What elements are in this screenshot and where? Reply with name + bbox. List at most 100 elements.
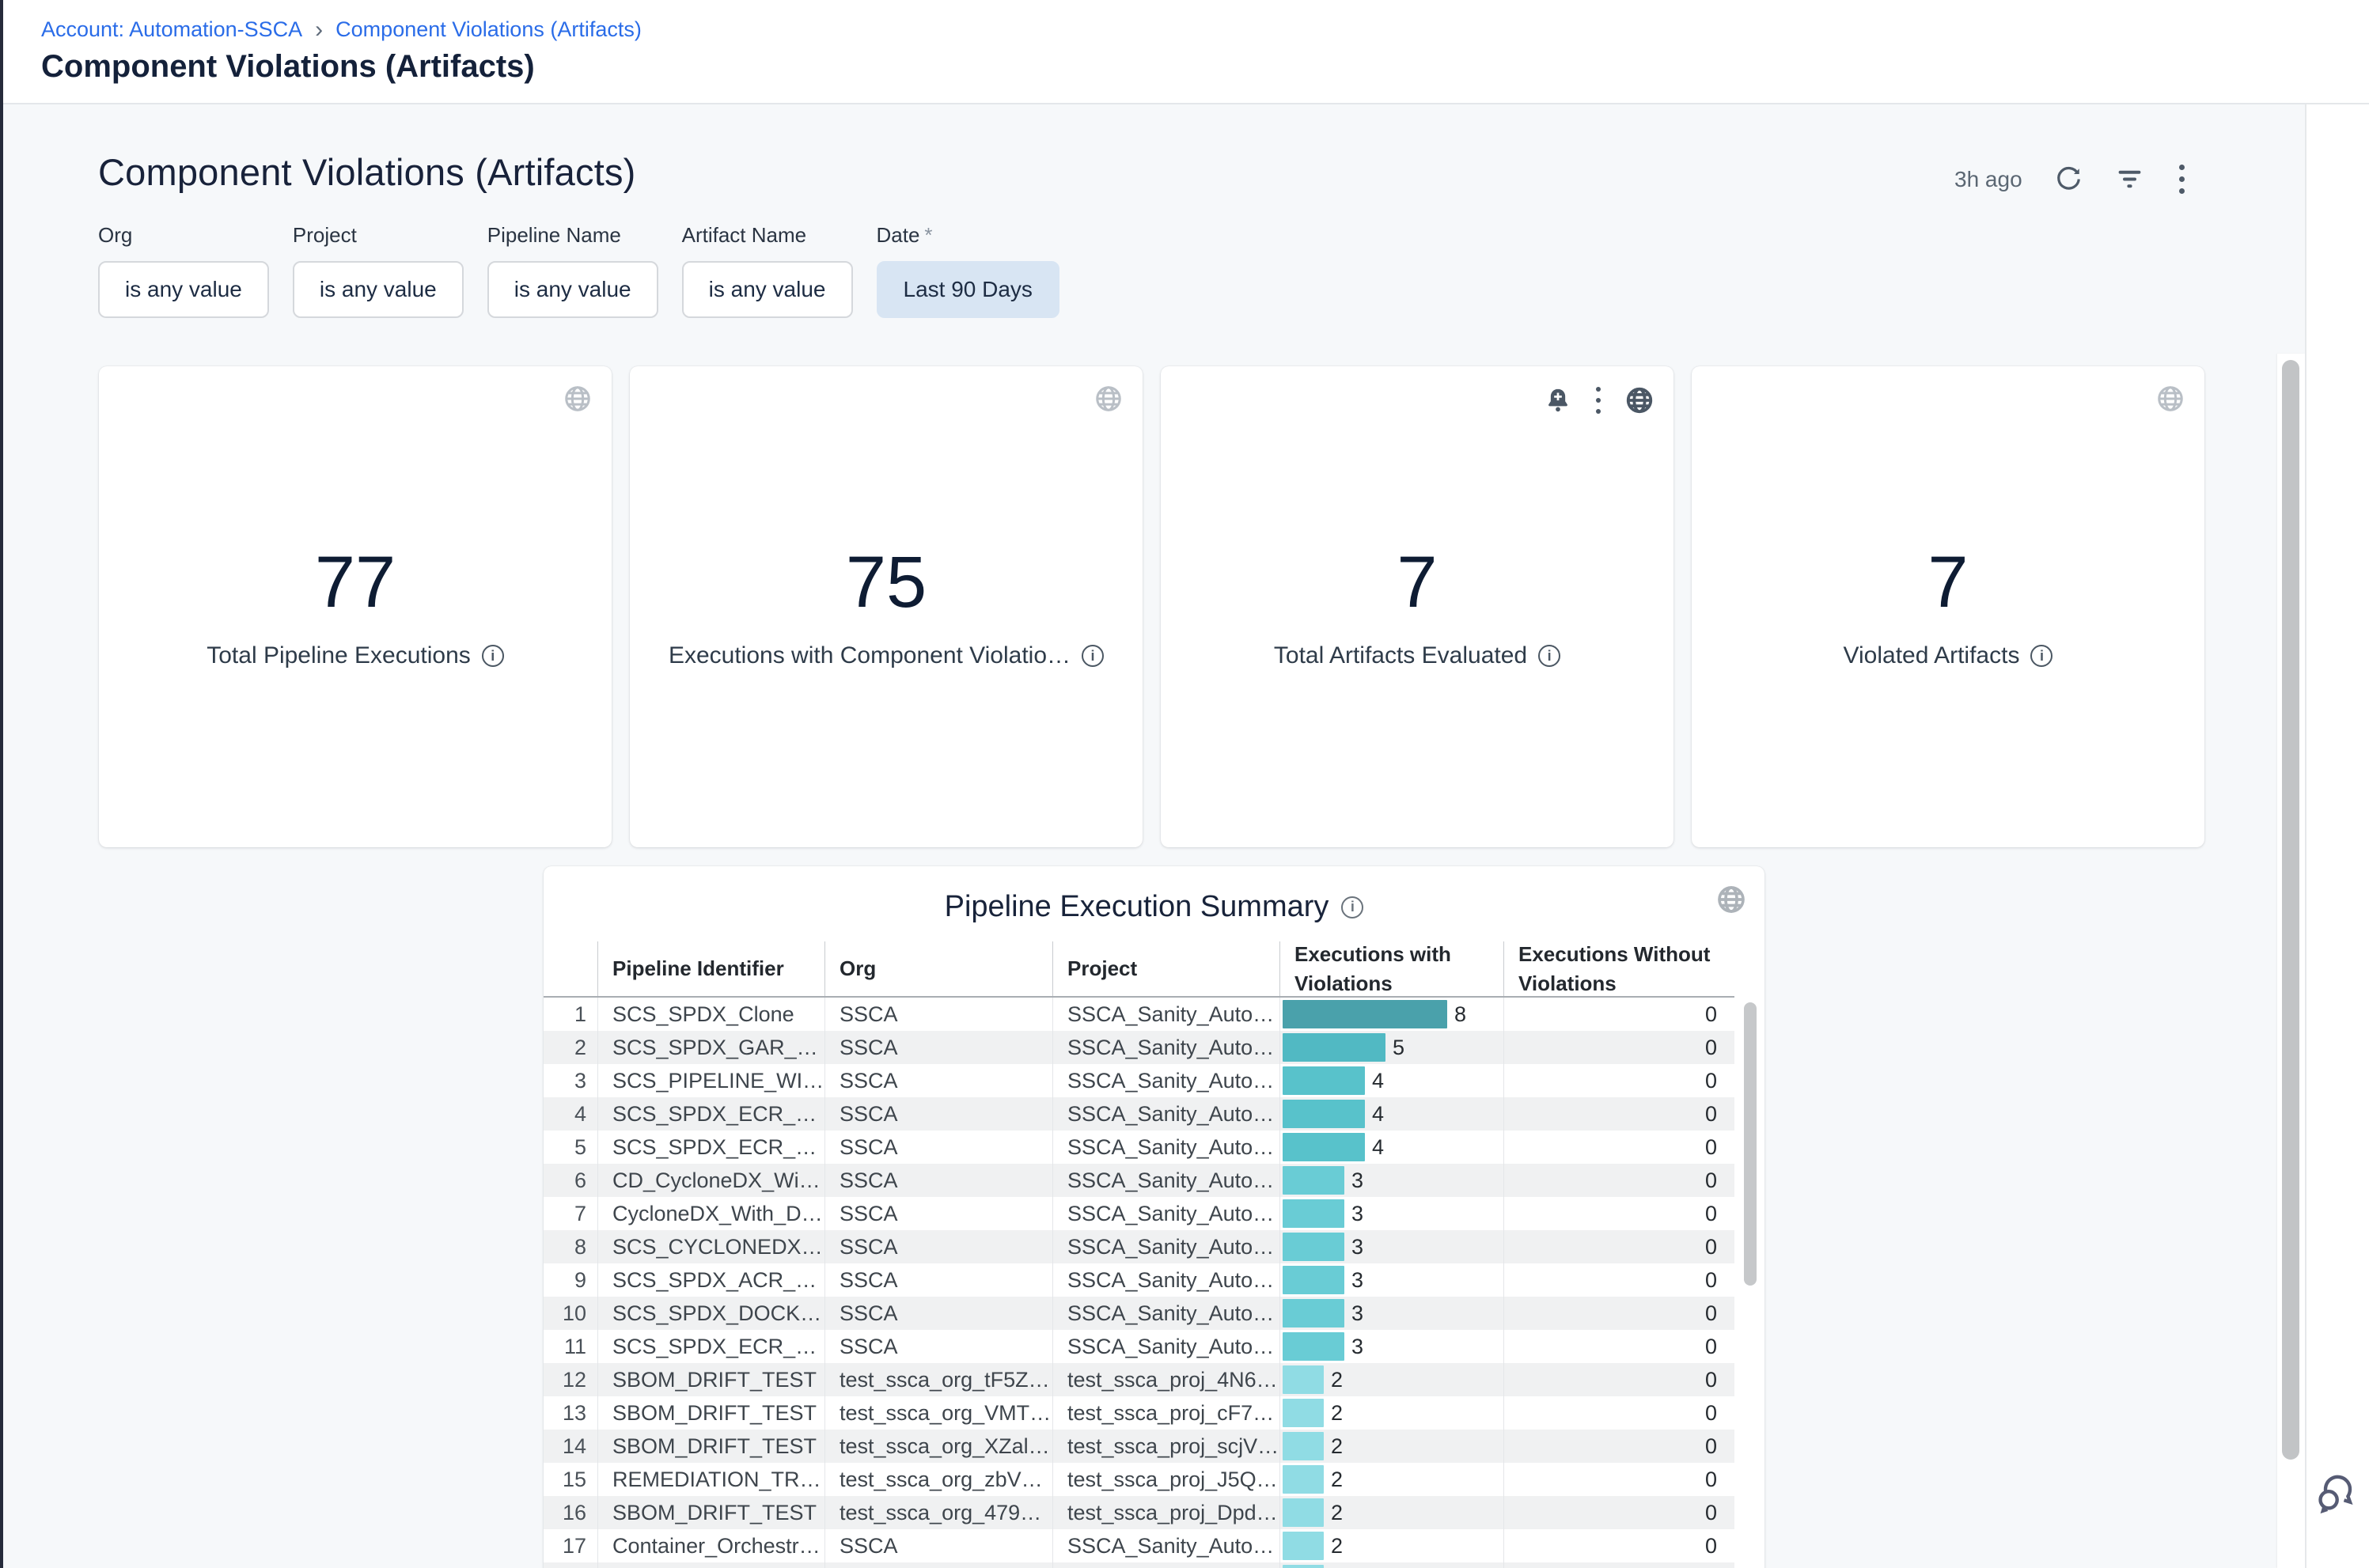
violations-bar[interactable] xyxy=(1283,1532,1324,1560)
row-index: 15 xyxy=(544,1463,597,1496)
table-row[interactable]: 8SCS_CYCLONEDX_GA…SSCASSCA_Sanity_Automa… xyxy=(544,1230,1734,1263)
violations-bar[interactable] xyxy=(1283,1100,1365,1128)
executions-with-violations-cell xyxy=(1279,1562,1503,1568)
tile-kebab-menu-icon[interactable] xyxy=(1593,384,1604,417)
violations-bar-value: 2 xyxy=(1331,1496,1343,1529)
refresh-icon[interactable] xyxy=(2054,165,2083,194)
violations-bar-value: 3 xyxy=(1351,1297,1363,1330)
breadcrumb-current-link[interactable]: Component Violations (Artifacts) xyxy=(335,17,642,42)
executions-with-violations-cell: 3 xyxy=(1279,1330,1503,1363)
globe-icon[interactable] xyxy=(1624,385,1655,415)
project-cell: SSCA_Sanity_Automa… xyxy=(1052,1529,1279,1562)
executions-with-violations-cell: 8 xyxy=(1279,998,1503,1031)
filter-pipeline-name-value-button[interactable]: is any value xyxy=(487,261,658,318)
table-row[interactable]: 3SCS_PIPELINE_WITH…SSCASSCA_Sanity_Autom… xyxy=(544,1064,1734,1097)
tile-total-artifacts-evaluated: 7 Total Artifacts Evaluated i xyxy=(1161,366,1673,847)
violations-bar[interactable] xyxy=(1283,1199,1344,1228)
violations-bar-value: 2 xyxy=(1331,1363,1343,1396)
project-cell: SSCA_Sanity_Automa… xyxy=(1052,1230,1279,1263)
executions-without-violations-cell: 0 xyxy=(1503,1297,1734,1330)
filter-org: Org is any value xyxy=(98,223,269,318)
pipeline-identifier-cell: SCS_SPDX_ACR_ALL… xyxy=(597,1263,824,1297)
violations-bar[interactable] xyxy=(1283,1498,1324,1527)
table-row[interactable]: 7CycloneDX_With_Doc…SSCASSCA_Sanity_Auto… xyxy=(544,1197,1734,1230)
filter-org-value-button[interactable]: is any value xyxy=(98,261,269,318)
table-row[interactable]: 16SBOM_DRIFT_TESTtest_ssca_org_479Gc…tes… xyxy=(544,1496,1734,1529)
globe-icon[interactable] xyxy=(563,384,593,414)
filter-artifact-name-value-button[interactable]: is any value xyxy=(682,261,853,318)
pipeline-identifier-cell: SCS_PIPELINE_WITH… xyxy=(597,1064,824,1097)
pipeline-identifier-cell: SBOM_DRIFT_TEST xyxy=(597,1363,824,1396)
executions-without-violations-cell: 0 xyxy=(1503,1263,1734,1297)
violations-bar[interactable] xyxy=(1283,1432,1324,1460)
row-index: 16 xyxy=(544,1496,597,1529)
table-scrollbar-thumb[interactable] xyxy=(1744,1002,1757,1286)
table-row[interactable]: 13SBOM_DRIFT_TESTtest_ssca_org_VMTLz…tes… xyxy=(544,1396,1734,1430)
table-row[interactable]: 14SBOM_DRIFT_TESTtest_ssca_org_XZalzy…te… xyxy=(544,1430,1734,1463)
executions-with-violations-cell: 4 xyxy=(1279,1064,1503,1097)
page-header: Account: Automation-SSCA › Component Vio… xyxy=(3,0,2369,104)
column-header-org[interactable]: Org xyxy=(824,941,1052,996)
page-title: Component Violations (Artifacts) xyxy=(41,49,535,85)
row-index: 8 xyxy=(544,1230,597,1263)
violations-bar-value: 4 xyxy=(1372,1064,1384,1097)
violations-bar[interactable] xyxy=(1283,1465,1324,1494)
info-icon[interactable]: i xyxy=(482,645,504,667)
column-header-pipeline-identifier[interactable]: Pipeline Identifier xyxy=(597,941,824,996)
collapsed-nav-edge xyxy=(0,0,3,1568)
violations-bar[interactable] xyxy=(1283,1365,1324,1394)
violations-bar[interactable] xyxy=(1283,1332,1344,1361)
filter-date-value-button[interactable]: Last 90 Days xyxy=(877,261,1059,318)
column-header-executions-without-violations[interactable]: Executions Without Violations xyxy=(1503,941,1734,996)
column-header-project[interactable]: Project xyxy=(1052,941,1279,996)
project-cell: SSCA_Sanity_Automa… xyxy=(1052,1330,1279,1363)
filter-date: Date* Last 90 Days xyxy=(877,223,1059,318)
violations-bar[interactable] xyxy=(1283,1399,1324,1427)
pipeline-identifier-cell: SCS_SPDX_ECR_ALL_… xyxy=(597,1131,824,1164)
globe-icon[interactable] xyxy=(2155,384,2185,414)
table-row[interactable]: 6CD_CycloneDX_With_…SSCASSCA_Sanity_Auto… xyxy=(544,1164,1734,1197)
table-row[interactable] xyxy=(544,1562,1734,1568)
row-index: 11 xyxy=(544,1330,597,1363)
column-header-executions-with-violations[interactable]: Executions with Violations xyxy=(1279,941,1503,996)
violations-bar[interactable] xyxy=(1283,1233,1344,1261)
table-row[interactable]: 9SCS_SPDX_ACR_ALL…SSCASSCA_Sanity_Automa… xyxy=(544,1263,1734,1297)
violations-bar[interactable] xyxy=(1283,1066,1365,1095)
info-icon[interactable]: i xyxy=(2030,645,2053,667)
violations-bar[interactable] xyxy=(1283,1166,1344,1195)
table-row[interactable]: 15REMEDIATION_TRAC…test_ssca_org_zbVmg…t… xyxy=(544,1463,1734,1496)
executions-with-violations-cell: 4 xyxy=(1279,1097,1503,1131)
project-cell xyxy=(1052,1562,1279,1568)
info-icon[interactable]: i xyxy=(1341,896,1363,918)
table-row[interactable]: 12SBOM_DRIFT_TESTtest_ssca_org_tF5Zf0…te… xyxy=(544,1363,1734,1396)
executions-with-violations-cell: 2 xyxy=(1279,1430,1503,1463)
violations-bar-value: 2 xyxy=(1331,1396,1343,1430)
violations-bar[interactable] xyxy=(1283,1565,1324,1568)
violations-bar[interactable] xyxy=(1283,1266,1344,1294)
chat-support-icon[interactable] xyxy=(2314,1468,2363,1517)
globe-icon[interactable] xyxy=(1094,384,1124,414)
table-row[interactable]: 17Container_Orchestrat…SSCASSCA_Sanity_A… xyxy=(544,1529,1734,1562)
table-row[interactable]: 2SCS_SPDX_GAR_ALL…SSCASSCA_Sanity_Automa… xyxy=(544,1031,1734,1064)
violations-bar[interactable] xyxy=(1283,1299,1344,1327)
row-index: 10 xyxy=(544,1297,597,1330)
pipeline-identifier-cell: SCS_SPDX_GAR_ALL… xyxy=(597,1031,824,1064)
table-row[interactable]: 1SCS_SPDX_CloneSSCASSCA_Sanity_Automa…80 xyxy=(544,998,1734,1031)
alert-bell-plus-icon[interactable] xyxy=(1544,386,1572,415)
filter-icon[interactable] xyxy=(2115,165,2144,194)
pipeline-identifier-cell: CycloneDX_With_Doc… xyxy=(597,1197,824,1230)
info-icon[interactable]: i xyxy=(1082,645,1104,667)
table-row[interactable]: 10SCS_SPDX_DOCKER_…SSCASSCA_Sanity_Autom… xyxy=(544,1297,1734,1330)
table-row[interactable]: 11SCS_SPDX_ECR_ALL_…SSCASSCA_Sanity_Auto… xyxy=(544,1330,1734,1363)
violations-bar[interactable] xyxy=(1283,1133,1365,1161)
info-icon[interactable]: i xyxy=(1538,645,1560,667)
kebab-menu-icon[interactable] xyxy=(2176,161,2188,197)
filter-label: Org xyxy=(98,223,132,247)
breadcrumb-account-link[interactable]: Account: Automation-SSCA xyxy=(41,17,302,42)
dashboard-scrollbar-thumb[interactable] xyxy=(2282,360,2299,1460)
table-row[interactable]: 5SCS_SPDX_ECR_ALL_…SSCASSCA_Sanity_Autom… xyxy=(544,1131,1734,1164)
violations-bar[interactable] xyxy=(1283,1033,1385,1062)
table-row[interactable]: 4SCS_SPDX_ECR_ALL_…SSCASSCA_Sanity_Autom… xyxy=(544,1097,1734,1131)
violations-bar[interactable] xyxy=(1283,1000,1447,1028)
filter-project-value-button[interactable]: is any value xyxy=(293,261,464,318)
